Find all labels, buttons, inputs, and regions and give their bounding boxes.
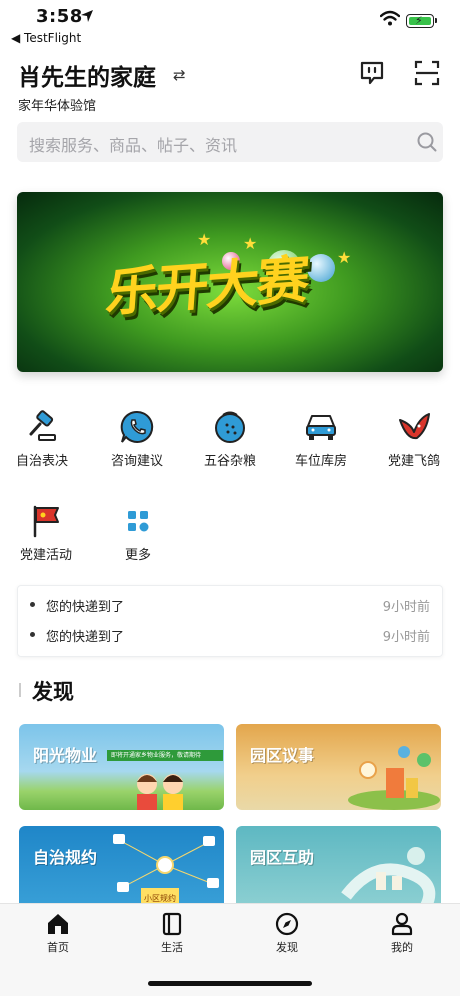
bullet-icon — [30, 602, 35, 607]
notice-item[interactable]: 您的快递到了 9小时前 — [18, 590, 442, 620]
tab-mine[interactable]: 我的 — [362, 912, 442, 955]
notice-item[interactable]: 您的快递到了 9小时前 — [18, 620, 442, 650]
book-icon — [162, 912, 182, 936]
dove-icon — [399, 413, 430, 440]
section-marker — [19, 683, 21, 697]
search-input[interactable]: 搜索服务、商品、帖子、资讯 — [17, 122, 443, 162]
discover-card-property[interactable]: 阳光物业 即将开通家乡物业服务，敬请期待 — [19, 724, 224, 810]
service-consult[interactable]: 咨询建议 — [97, 410, 177, 469]
flag-icon — [33, 505, 59, 538]
service-label: 自治表决 — [15, 454, 68, 469]
compass-icon — [275, 912, 299, 936]
switch-family-icon[interactable]: ⇄ — [173, 66, 186, 84]
message-icon[interactable] — [359, 60, 385, 86]
family-name[interactable]: 肖先生的家庭 — [18, 58, 156, 92]
car-icon — [306, 415, 336, 440]
card-title: 自治规约 — [33, 848, 98, 867]
service-label: 五谷杂粮 — [203, 454, 256, 469]
service-label: 党建活动 — [19, 548, 72, 563]
scan-icon[interactable] — [414, 60, 440, 86]
tab-discover[interactable]: 发现 — [247, 912, 327, 955]
ribbon-scene-icon — [341, 847, 436, 909]
discover-card-discussion[interactable]: 园区议事 — [236, 724, 441, 810]
discover-card-rules[interactable]: 自治规约 小区规约 — [19, 826, 224, 912]
card-banner-note: 即将开通家乡物业服务，敬请期待 — [107, 750, 223, 761]
community-name: 家年华体验馆 — [18, 99, 97, 114]
service-grain[interactable]: 五谷杂粮 — [190, 410, 270, 469]
tab-life[interactable]: 生活 — [132, 912, 212, 955]
user-icon — [391, 912, 413, 936]
service-more[interactable]: 更多 — [98, 504, 178, 563]
service-label: 咨询建议 — [110, 454, 163, 469]
card-title: 园区互助 — [250, 848, 315, 867]
promo-banner[interactable]: ★ ★ ★ 乐开大赛 — [17, 192, 443, 372]
service-vote[interactable]: 自治表决 — [2, 410, 82, 469]
card-title: 园区议事 — [250, 746, 315, 765]
notice-text: 您的快递到了 — [46, 600, 125, 615]
cartoon-people-icon — [137, 774, 183, 810]
status-bar: 3:58 ◀ TestFlight ⚡ — [0, 0, 460, 45]
star-decoration: ★ — [337, 248, 352, 267]
service-party-activity[interactable]: 党建活动 — [6, 504, 86, 563]
tab-label: 首页 — [47, 941, 69, 954]
discover-card-mutual-help[interactable]: 园区互助 — [236, 826, 441, 912]
grain-icon — [215, 411, 245, 443]
home-indicator[interactable] — [148, 981, 312, 986]
section-title: 发现 — [32, 680, 74, 704]
tab-label: 我的 — [391, 941, 413, 954]
notice-text: 您的快递到了 — [46, 630, 125, 645]
service-label: 党建飞鸽 — [387, 454, 440, 469]
battery-icon: ⚡ — [406, 14, 437, 28]
clock: 3:58 — [36, 6, 83, 27]
notice-time: 9小时前 — [382, 600, 430, 615]
notice-list: 您的快递到了 9小时前 您的快递到了 9小时前 — [17, 585, 443, 657]
location-arrow-icon — [81, 10, 93, 22]
back-to-testflight[interactable]: ◀ TestFlight — [11, 31, 81, 45]
home-icon — [48, 914, 68, 934]
tab-label: 生活 — [161, 941, 183, 954]
service-label: 更多 — [124, 548, 151, 563]
card-title: 阳光物业 — [33, 746, 98, 765]
phone-chat-icon — [120, 410, 154, 443]
search-icon[interactable] — [416, 131, 438, 153]
gavel-icon — [29, 410, 56, 441]
town-scene-icon — [348, 746, 440, 810]
tab-home[interactable]: 首页 — [18, 912, 98, 955]
service-label: 车位库房 — [294, 454, 347, 469]
service-parking[interactable]: 车位库房 — [281, 410, 361, 469]
wifi-icon — [380, 10, 400, 26]
service-party-dove[interactable]: 党建飞鸽 — [374, 410, 454, 469]
notice-time: 9小时前 — [382, 630, 430, 645]
banner-title: 乐开大赛 — [103, 249, 310, 324]
search-placeholder: 搜索服务、商品、帖子、资讯 — [29, 136, 238, 155]
tab-label: 发现 — [276, 941, 298, 954]
grid-icon — [128, 511, 149, 532]
bullet-icon — [30, 632, 35, 637]
